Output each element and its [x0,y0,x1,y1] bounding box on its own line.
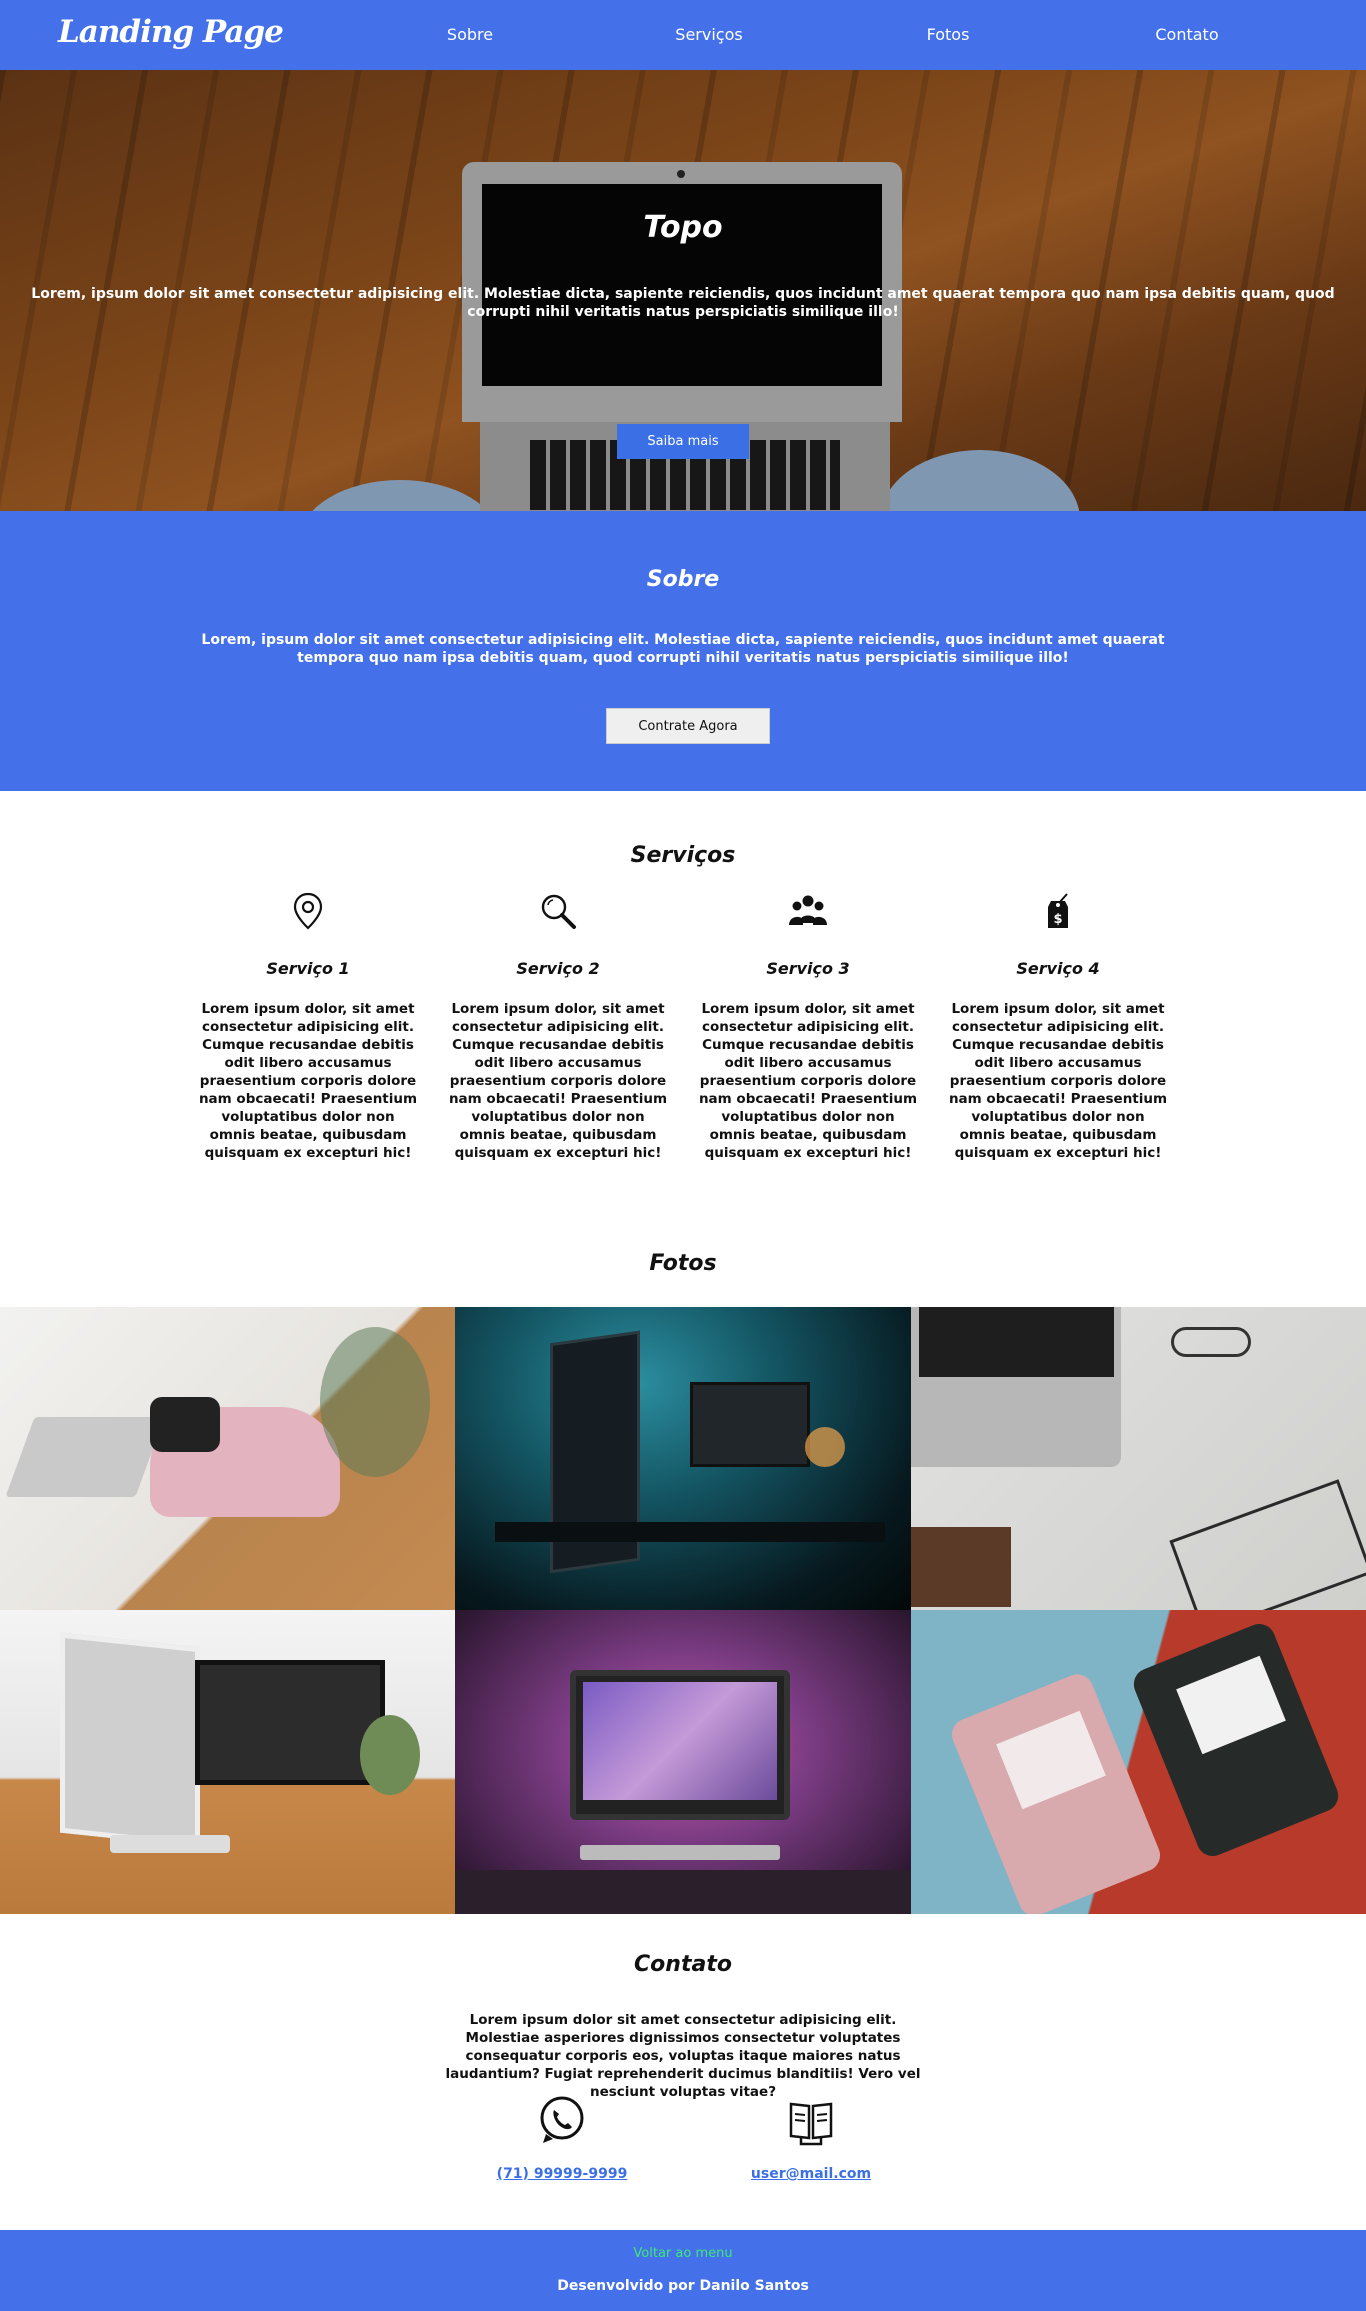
service-title: Serviço 4 [1016,959,1100,978]
photo-laptop-flatlay [911,1307,1366,1610]
laptop-camera [677,170,685,178]
service-card-3: Serviço 3 Lorem ipsum dolor, sit amet co… [697,891,919,1162]
photo-dark-desk-monitors [455,1307,911,1610]
fotos-section: Fotos [0,1231,1366,1914]
service-card-2: Serviço 2 Lorem ipsum dolor, sit amet co… [447,891,669,1162]
service-text: Lorem ipsum dolor, sit amet consectetur … [198,1001,418,1161]
servicos-title: Serviços [630,843,736,868]
sobre-title: Sobre [646,567,720,592]
service-text: Lorem ipsum dolor, sit amet consectetur … [948,1001,1168,1161]
contato-text: Lorem ipsum dolor sit amet consectetur a… [445,2012,921,2100]
footer-credit: Desenvolvido por Danilo Santos [557,2278,809,2294]
nav-link-servicos[interactable]: Serviços [675,25,742,44]
service-text: Lorem ipsum dolor, sit amet consectetur … [698,1001,918,1161]
book-reader-icon [789,2102,833,2146]
photo-vr-headset [0,1307,455,1610]
service-title: Serviço 2 [516,959,600,978]
hero-title: Topo [643,210,723,245]
nav-link-sobre[interactable]: Sobre [447,25,493,44]
service-text: Lorem ipsum dolor, sit amet consectetur … [448,1001,668,1161]
sobre-text: Lorem, ipsum dolor sit amet consectetur … [201,632,1165,666]
nav-link-contato[interactable]: Contato [1155,25,1218,44]
top-nav: Landing Page Sobre Serviços Fotos Contat… [0,0,1366,70]
saiba-mais-button[interactable]: Saiba mais [617,424,749,459]
svg-text:$: $ [1053,912,1062,927]
photo-grid [0,1307,1366,1914]
email-link[interactable]: user@mail.com [751,2166,871,2182]
service-title: Serviço 3 [766,959,850,978]
photo-imac-desk [0,1610,455,1914]
map-pin-icon [293,892,323,930]
phone-link[interactable]: (71) 99999-9999 [497,2166,628,2182]
nav-link-fotos[interactable]: Fotos [927,25,970,44]
servicos-section: Serviços Serviço 1 Lorem ipsum dolor, si… [0,791,1366,1231]
contrate-agora-button[interactable]: Contrate Agora [606,708,770,744]
service-title: Serviço 1 [266,959,350,978]
nav-links: Sobre Serviços Fotos Contato [0,0,1366,70]
whatsapp-icon [540,2096,584,2143]
users-group-icon [789,895,827,925]
contact-email: user@mail.com [731,2094,891,2182]
service-card-1: Serviço 1 Lorem ipsum dolor, sit amet co… [197,891,419,1162]
photo-pink-imac [455,1610,911,1914]
hero-photo-knee-left [300,480,500,511]
back-to-menu-link[interactable]: Voltar ao menu [0,2246,1366,2261]
magnifier-icon [541,894,576,929]
price-tag-icon: $ [1048,893,1068,928]
hero-section: Topo Lorem, ipsum dolor sit amet consect… [0,70,1366,511]
contato-section: Contato Lorem ipsum dolor sit amet conse… [0,1914,1366,2230]
hero-photo-knee-right [880,450,1080,511]
photo-nintendo-ds [911,1610,1366,1914]
sobre-section: Sobre Lorem, ipsum dolor sit amet consec… [0,511,1366,791]
service-card-4: $ Serviço 4 Lorem ipsum dolor, sit amet … [947,891,1169,1162]
hero-text: Lorem, ipsum dolor sit amet consectetur … [31,286,1335,320]
contato-title: Contato [634,1952,732,1977]
fotos-header: Fotos [0,1231,1366,1307]
contact-phone: (71) 99999-9999 [482,2094,642,2182]
fotos-title: Fotos [649,1251,717,1276]
